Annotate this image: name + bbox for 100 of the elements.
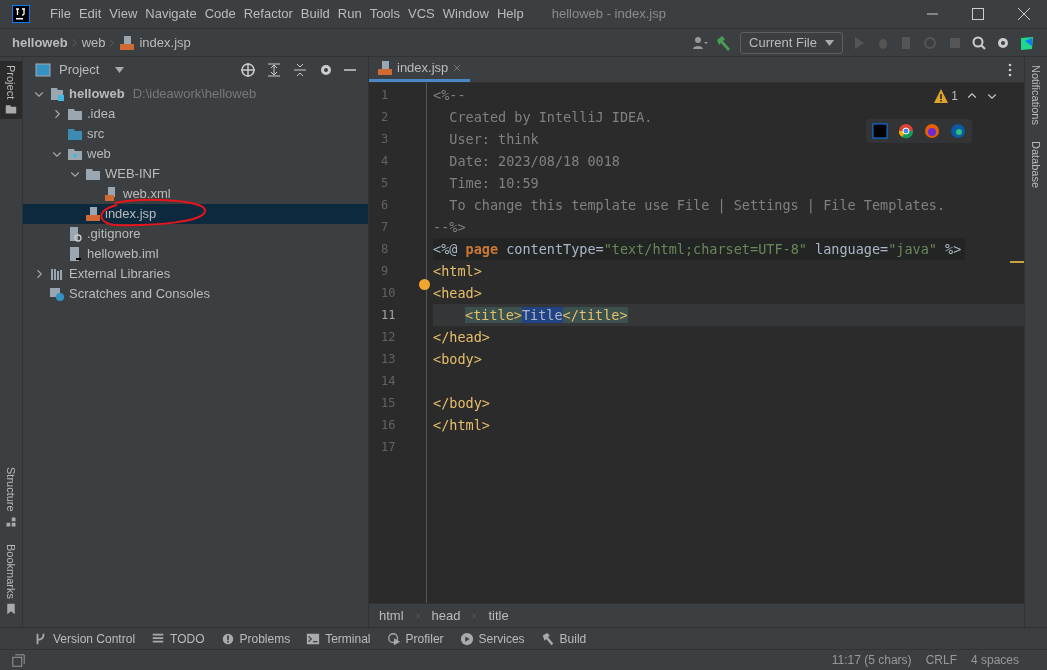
line-number: 4 <box>380 153 390 170</box>
tool-stripe-button[interactable]: Bookmarks <box>2 543 20 599</box>
menu-item[interactable]: Help <box>492 4 528 24</box>
line-number: 2 <box>380 109 390 126</box>
line-number: 6 <box>380 197 390 214</box>
menu-item[interactable]: Refactor <box>239 4 297 24</box>
breadcrumb[interactable]: index.jsp <box>139 32 191 53</box>
status-item[interactable]: 11:17 (5 chars) <box>831 651 912 669</box>
line-number: 16 <box>380 417 397 434</box>
tree-item[interactable]: Scratches and Consoles <box>23 284 368 304</box>
tool-window-button[interactable]: Problems <box>220 629 291 648</box>
caret-icon <box>825 39 834 46</box>
tool-window-button[interactable]: Services <box>459 629 525 648</box>
menu-item[interactable]: Code <box>200 4 240 24</box>
jsp-file-icon <box>377 60 393 76</box>
tree-label: index.jsp <box>105 205 157 224</box>
tree-item[interactable]: src <box>23 124 368 144</box>
tree-label: web.xml <box>123 185 171 204</box>
run-config-dropdown[interactable]: Current File <box>740 31 843 54</box>
tab-label: index.jsp <box>397 59 449 78</box>
menu-item[interactable]: File <box>46 4 75 24</box>
code-line: <title>Title</title> <box>465 306 628 325</box>
toolbox-logo-icon <box>1019 34 1035 51</box>
panel-icon <box>35 62 51 78</box>
line-number: 17 <box>380 439 397 456</box>
breadcrumb[interactable]: html <box>379 605 404 626</box>
structure-icon <box>5 515 17 528</box>
line-number: 12 <box>380 329 397 346</box>
intention-bulb-icon[interactable] <box>419 279 430 290</box>
profiler-icon <box>386 631 401 646</box>
code-line: <%-- <box>433 86 466 105</box>
status-item[interactable]: CRLF <box>925 651 957 669</box>
code-line: <head> <box>433 284 482 303</box>
menu-item[interactable]: Navigate <box>141 4 201 24</box>
tree-label: .gitignore <box>87 225 141 244</box>
window-title: helloweb - index.jsp <box>551 5 666 24</box>
tool-window-button[interactable]: Version Control <box>34 629 136 648</box>
user-icon <box>692 34 709 51</box>
expand-all-icon <box>266 62 282 78</box>
app-logo <box>12 5 30 23</box>
tool-window-button[interactable]: Profiler <box>386 629 444 648</box>
minimize-icon <box>926 13 938 15</box>
line-number: 3 <box>380 131 390 148</box>
line-number: 14 <box>380 373 397 390</box>
tree-item[interactable]: web <box>23 144 368 164</box>
tree-item[interactable]: .idea <box>23 104 368 124</box>
tree-item[interactable]: .gitignore <box>23 224 368 244</box>
tool-stripe-button[interactable]: Notifications <box>1027 65 1045 125</box>
ignore-file-icon <box>67 226 83 242</box>
edge-icon <box>950 123 966 139</box>
tool-stripe-button[interactable]: Database <box>1027 140 1045 188</box>
breadcrumb[interactable]: helloweb <box>12 32 68 53</box>
chevron-right-icon <box>413 611 422 620</box>
tree-item[interactable]: External Libraries <box>23 264 368 284</box>
tool-window-button[interactable]: Build <box>540 629 587 648</box>
code-line: User: think <box>448 130 539 149</box>
menu-item[interactable]: Window <box>438 4 493 24</box>
tool-window-button[interactable]: TODO <box>151 629 205 648</box>
folder-icon <box>67 126 83 142</box>
minimize-icon <box>344 69 356 71</box>
menu-item[interactable]: VCS <box>404 4 439 24</box>
collapse-all-icon <box>292 62 308 78</box>
code-line: To change this template use File | Settings | File Templates. <box>448 196 946 216</box>
tree-item[interactable]: helloweb.iml <box>23 244 368 264</box>
folder-icon <box>5 103 17 116</box>
folder-icon <box>67 106 83 122</box>
scratches-icon <box>49 286 65 302</box>
line-number: 11 <box>380 307 397 324</box>
breadcrumb[interactable]: head <box>431 605 461 626</box>
status-item[interactable]: 4 spaces <box>970 651 1019 669</box>
close-icon <box>1018 8 1030 20</box>
panel-toggle-icon <box>12 653 25 667</box>
module-icon <box>49 86 65 102</box>
breadcrumb[interactable]: title <box>488 605 509 626</box>
tool-stripe-button[interactable]: Structure <box>2 467 20 512</box>
code-line: --%> <box>433 218 466 237</box>
menu-item[interactable]: Build <box>296 4 334 24</box>
breadcrumb[interactable]: web <box>81 32 106 53</box>
tree-item[interactable]: web.xml <box>23 184 368 204</box>
menu-item[interactable]: View <box>105 4 142 24</box>
panel-title[interactable]: Project <box>59 60 100 80</box>
warning-count[interactable]: 1 <box>951 87 958 105</box>
chevron-right-icon <box>70 36 79 49</box>
code-line: Created by IntelliJ IDEA. <box>448 108 653 127</box>
libraries-icon <box>49 266 65 282</box>
firefox-icon <box>924 123 940 139</box>
tree-path: D:\ideawork\helloweb <box>132 85 257 104</box>
tree-item[interactable]: WEB-INF <box>23 164 368 184</box>
menu-item[interactable]: Run <box>333 4 366 24</box>
chrome-icon <box>898 123 914 139</box>
tool-window-button[interactable]: Terminal <box>306 629 371 648</box>
tree-label: web <box>87 145 111 164</box>
editor-tab[interactable]: index.jsp <box>369 57 471 82</box>
menu-item[interactable]: Tools <box>365 4 404 24</box>
menu-item[interactable]: Edit <box>74 4 106 24</box>
tree-item[interactable]: index.jsp <box>23 204 368 224</box>
hammer-icon <box>540 631 555 646</box>
tree-item[interactable]: helloweb D:\ideawork\helloweb <box>23 84 368 104</box>
line-number: 10 <box>380 285 397 302</box>
warning-stripe-mark <box>1010 261 1024 263</box>
